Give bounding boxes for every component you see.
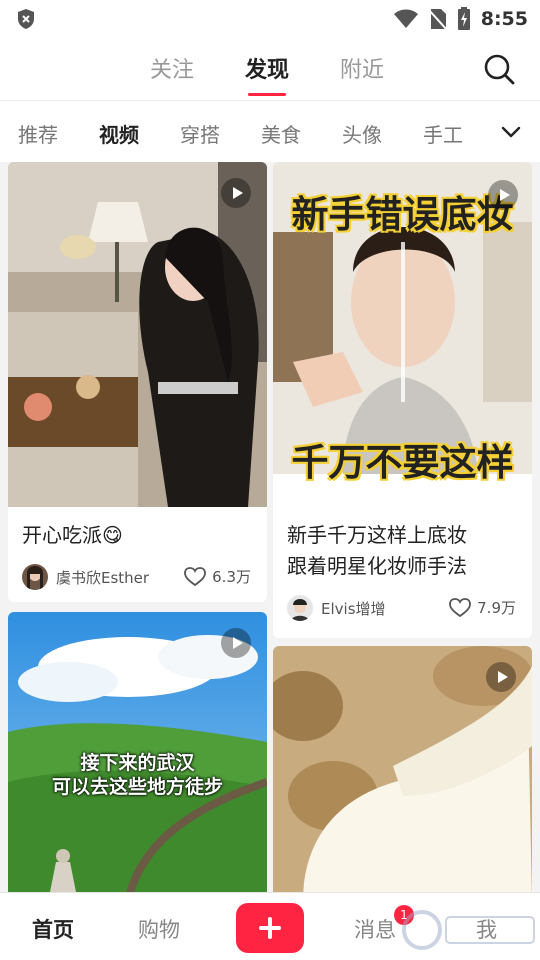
nav-messages[interactable]: 消息 — [354, 914, 396, 944]
like-count[interactable]: 7.9万 — [449, 597, 516, 618]
cover-overlay-text-line-1: 接下来的武汉 — [80, 752, 195, 774]
watermark-logo — [402, 910, 535, 950]
status-icons: 8:55 — [393, 6, 528, 32]
feed-card[interactable] — [273, 646, 532, 902]
nav-home[interactable]: 首页 — [32, 914, 74, 944]
battery-charging-icon — [457, 7, 470, 30]
avatar — [22, 564, 48, 590]
card-author[interactable]: 虞书欣Esther — [22, 564, 149, 590]
category-handcraft[interactable]: 手工 — [423, 119, 463, 148]
chevron-down-icon[interactable] — [500, 121, 522, 143]
feed-card[interactable]: 开心吃派😋 虞书欣Esther 6.3万 — [8, 162, 267, 602]
card-title: 开心吃派😋 — [22, 523, 123, 547]
cover-overlay-text-bottom: 千万不要这样 — [291, 441, 514, 484]
video-play-icon — [221, 178, 251, 208]
create-post-button[interactable] — [236, 903, 304, 953]
category-avatar[interactable]: 头像 — [342, 119, 382, 148]
status-bar: 8:55 — [0, 0, 540, 38]
tab-nearby[interactable]: 附近 — [340, 52, 384, 84]
shield-icon — [18, 9, 34, 29]
wifi-icon — [393, 9, 418, 28]
tab-following[interactable]: 关注 — [150, 52, 194, 84]
video-play-icon — [488, 180, 518, 210]
card-cover-image — [8, 162, 267, 507]
heart-icon — [184, 566, 207, 586]
video-play-icon — [221, 628, 251, 658]
avatar — [287, 595, 313, 621]
feed-card[interactable]: 接下来的武汉 可以去这些地方徒步 — [8, 612, 267, 902]
feed-card[interactable]: 新手千万这样上底妆 跟着明星化妆师手法 新手错误底妆 千万不要这样 Elvis增… — [273, 162, 532, 638]
like-count-value: 7.9万 — [477, 599, 516, 617]
card-title-line-1: 新手千万这样上底妆 — [287, 523, 467, 547]
cover-overlay-text-line-2: 可以去这些地方徒步 — [51, 776, 223, 798]
heart-icon — [449, 597, 472, 617]
category-recommend[interactable]: 推荐 — [18, 119, 58, 148]
author-name: Elvis增增 — [321, 599, 386, 618]
like-count-value: 6.3万 — [212, 568, 251, 586]
search-icon[interactable] — [482, 52, 516, 86]
category-bar: 推荐 视频 穿搭 美食 头像 手工 — [0, 100, 540, 162]
top-nav: 关注 发现 附近 — [0, 38, 540, 100]
clock: 8:55 — [480, 8, 528, 30]
category-outfits[interactable]: 穿搭 — [180, 119, 220, 148]
author-name: 虞书欣Esther — [56, 568, 150, 587]
nav-shop[interactable]: 购物 — [138, 914, 180, 944]
category-video[interactable]: 视频 — [99, 119, 139, 148]
category-food[interactable]: 美食 — [261, 119, 301, 148]
video-play-icon — [486, 662, 516, 692]
card-author[interactable]: Elvis增增 — [287, 595, 386, 621]
no-sim-icon — [428, 9, 447, 30]
like-count[interactable]: 6.3万 — [184, 566, 251, 587]
tab-discover[interactable]: 发现 — [245, 52, 289, 96]
card-title-line-2: 跟着明星化妆师手法 — [287, 554, 467, 578]
